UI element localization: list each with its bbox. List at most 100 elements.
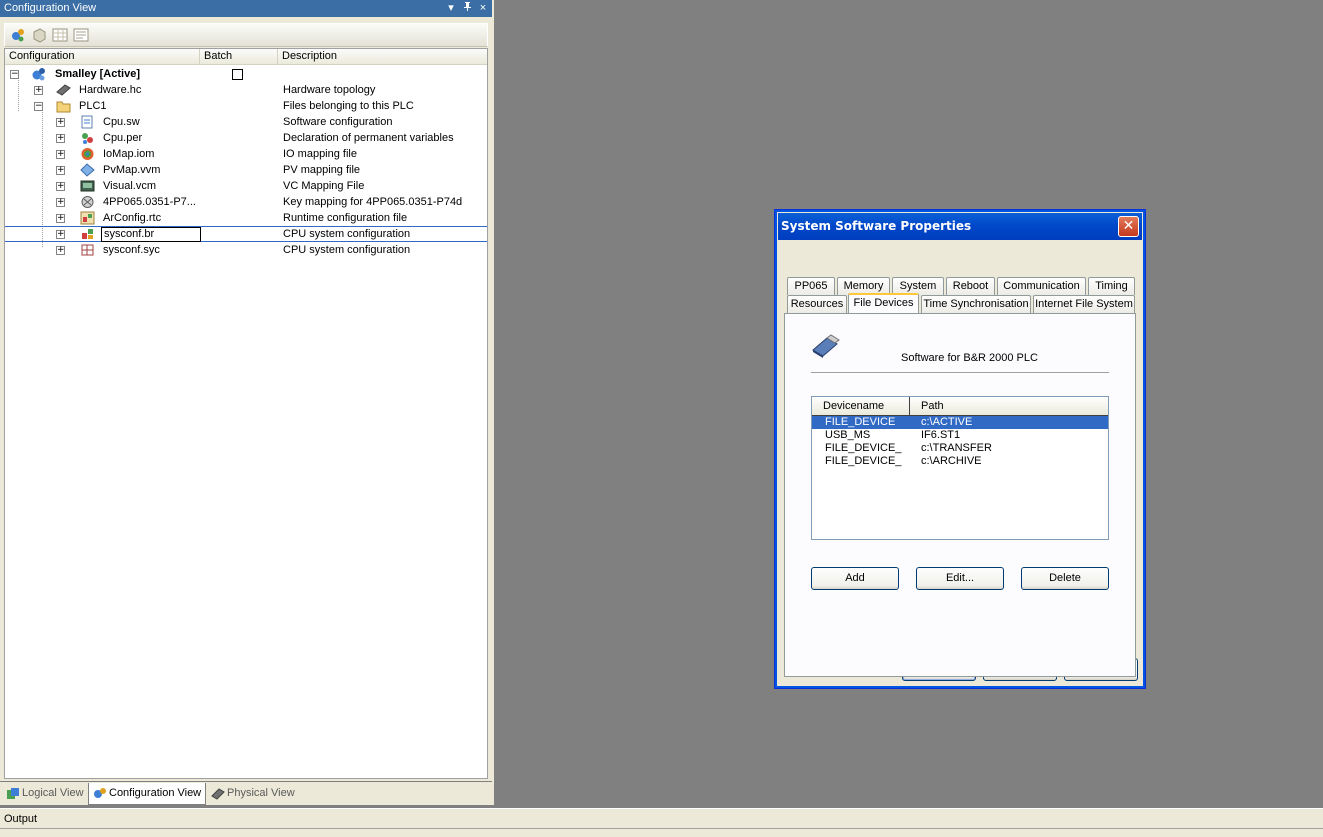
tree-item-description: Runtime configuration file — [283, 212, 408, 224]
column-header-batch[interactable]: Batch — [200, 49, 278, 65]
tree-item-cpu-per[interactable]: + Cpu.per Declaration of permanent varia… — [5, 130, 487, 146]
expand-icon[interactable]: + — [34, 86, 43, 95]
tree-item-description: PV mapping file — [283, 164, 361, 176]
column-header-configuration[interactable]: Configuration — [5, 49, 200, 65]
tree-item-label: 4PP065.0351-P7... — [103, 196, 196, 208]
close-icon[interactable]: ✕ — [1118, 216, 1139, 237]
key-mapping-icon — [81, 196, 94, 208]
list-item[interactable]: USB_MS IF6.ST1 — [812, 429, 1108, 442]
expand-icon[interactable]: + — [56, 118, 65, 127]
edit-button[interactable]: Edit... — [916, 567, 1004, 590]
batch-checkbox[interactable] — [232, 69, 243, 80]
column-header-devicename[interactable]: Devicename — [812, 397, 910, 416]
file-devices-list[interactable]: Devicename Path FILE_DEVICE c:\ACTIVE US… — [811, 396, 1109, 540]
tree-item-pvmap[interactable]: + PvMap.vvm PV mapping file — [5, 162, 487, 178]
configuration-view-panel: Configuration View ▾ × Configuration Bat… — [0, 0, 494, 805]
expand-icon[interactable]: + — [56, 134, 65, 143]
tree-item-sysconf-br[interactable]: + sysconf.br CPU system configuration — [5, 226, 487, 242]
tree-item-arconfig[interactable]: + ArConfig.rtc Runtime configuration fil… — [5, 210, 487, 226]
dropdown-icon[interactable]: ▾ — [446, 0, 456, 17]
file-devices-panel: Software for B&R 2000 PLC Devicename Pat… — [784, 313, 1136, 677]
tree-item-description: CPU system configuration — [283, 228, 411, 240]
pin-icon[interactable] — [462, 0, 472, 17]
hardware-icon — [56, 84, 71, 96]
expand-icon[interactable]: + — [56, 166, 65, 175]
configuration-tree: Configuration Batch Description − Smalle… — [4, 48, 488, 779]
tree-item-project[interactable]: − Smalley [Active] — [5, 66, 487, 82]
tab-reboot[interactable]: Reboot — [946, 277, 995, 295]
expand-icon[interactable]: + — [56, 246, 65, 255]
tab-resources[interactable]: Resources — [787, 295, 847, 313]
dialog-title-bar: System Software Properties ✕ — [778, 213, 1142, 240]
output-panel: Output — [0, 808, 1323, 837]
device-path: c:\ACTIVE — [921, 416, 973, 428]
tab-file-devices[interactable]: File Devices — [848, 293, 919, 313]
runtime-config-icon — [80, 211, 95, 225]
close-icon[interactable]: × — [478, 0, 488, 17]
tree-item-sysconf-syc[interactable]: + sysconf.syc CPU system configuration — [5, 242, 487, 258]
tab-label: Physical View — [227, 787, 295, 799]
tree-item-label: Cpu.per — [103, 132, 143, 144]
tab-communication[interactable]: Communication — [997, 277, 1086, 295]
tab-logical-view[interactable]: Logical View — [2, 783, 88, 805]
tab-configuration-view[interactable]: Configuration View — [88, 783, 206, 805]
output-title: Output — [0, 809, 1323, 829]
rename-field[interactable]: sysconf.br — [101, 227, 201, 242]
tree-item-description: Software configuration — [283, 116, 393, 128]
tree-item-hardware[interactable]: + Hardware.hc Hardware topology — [5, 82, 487, 98]
tree-item-description: IO mapping file — [283, 148, 357, 160]
separator — [811, 372, 1109, 373]
tree-item-label: ArConfig.rtc — [103, 212, 162, 224]
column-header-description[interactable]: Description — [278, 49, 487, 65]
tab-time-synchronisation[interactable]: Time Synchronisation — [921, 295, 1031, 313]
tree-item-cpu-sw[interactable]: + Cpu.sw Software configuration — [5, 114, 487, 130]
configuration-icon[interactable] — [9, 26, 27, 44]
list-item[interactable]: FILE_DEVICE c:\ACTIVE — [812, 416, 1108, 429]
tree-item-iomap[interactable]: + IoMap.iom IO mapping file — [5, 146, 487, 162]
device-name: USB_MS — [825, 429, 871, 441]
io-map-icon — [81, 148, 94, 160]
tab-internet-file-system[interactable]: Internet File System — [1033, 295, 1135, 313]
tree-item-label: PvMap.vvm — [103, 164, 161, 176]
collapse-icon[interactable]: − — [10, 70, 19, 79]
expand-icon[interactable]: + — [56, 150, 65, 159]
list-item[interactable]: FILE_DEVICE_ c:\ARCHIVE — [812, 455, 1108, 468]
list-item[interactable]: FILE_DEVICE_ c:\TRANSFER — [812, 442, 1108, 455]
tab-physical-view[interactable]: Physical View — [207, 783, 303, 805]
expand-icon[interactable]: + — [56, 214, 65, 223]
sysconf-icon — [82, 229, 93, 239]
column-header-path[interactable]: Path — [910, 397, 1108, 416]
tree-item-label: IoMap.iom — [103, 148, 155, 160]
tree-item-description: CPU system configuration — [283, 244, 411, 256]
device-path: c:\TRANSFER — [921, 442, 992, 454]
expand-icon[interactable]: + — [56, 230, 65, 239]
device-path: IF6.ST1 — [921, 429, 961, 441]
vc-map-icon — [80, 180, 95, 192]
configuration-icon — [94, 788, 106, 798]
delete-button[interactable]: Delete — [1021, 567, 1109, 590]
tree-item-plc1[interactable]: − PLC1 Files belonging to this PLC — [5, 98, 487, 114]
collapse-icon[interactable]: − — [34, 102, 43, 111]
panel-caption: Software for B&R 2000 PLC — [901, 352, 1038, 364]
tree-item-description: VC Mapping File — [283, 180, 365, 192]
expand-icon[interactable]: + — [56, 182, 65, 191]
tree-item-key-mapping[interactable]: + 4PP065.0351-P7... Key mapping for 4PP0… — [5, 194, 487, 210]
view-tabs: Logical View Configuration View Physical… — [0, 781, 492, 805]
tab-pp065[interactable]: PP065 — [787, 277, 835, 295]
software-config-icon — [81, 115, 93, 129]
project-icon — [32, 68, 45, 81]
tab-timing[interactable]: Timing — [1088, 277, 1135, 295]
sysconf-syc-icon — [81, 244, 94, 256]
tree-item-visual[interactable]: + Visual.vcm VC Mapping File — [5, 178, 487, 194]
dialog-body: PP065 Memory System Reboot Communication… — [778, 240, 1142, 686]
tree-item-label: Smalley [Active] — [55, 68, 140, 80]
dialog-title: System Software Properties — [781, 219, 972, 233]
cube-icon[interactable] — [30, 26, 48, 44]
add-button[interactable]: Add — [811, 567, 899, 590]
tab-label: Configuration View — [109, 787, 202, 799]
usb-drive-icon — [812, 334, 840, 358]
expand-icon[interactable]: + — [56, 198, 65, 207]
table-icon[interactable] — [51, 26, 69, 44]
folder-icon — [56, 101, 71, 113]
properties-icon[interactable] — [72, 26, 90, 44]
